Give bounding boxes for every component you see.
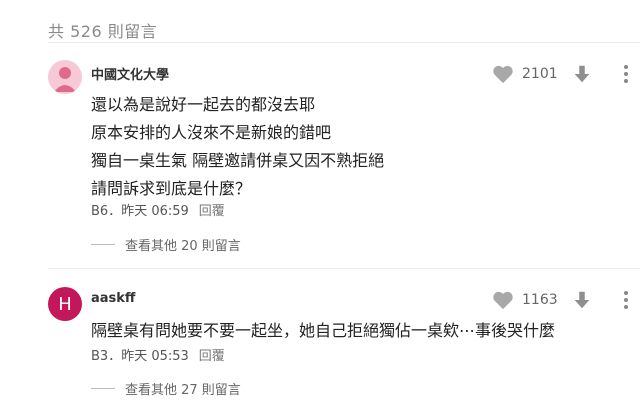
view-more-label[interactable]: 查看其他 20 則留言 [125, 235, 241, 254]
comment-text-line: 請問訴求到底是什麼？ [91, 179, 252, 198]
reply-button[interactable]: 回覆 [199, 349, 225, 364]
comment-text-line: 獨自一桌生氣 隔壁邀請併桌又因不熟拒絕 [91, 151, 385, 170]
comment-text-line: 隔壁桌有問她要不要一起坐，她自己拒絕獨佔一桌欸⋯事後哭什麼 [91, 321, 556, 340]
arrow-down-icon[interactable] [571, 63, 593, 85]
view-more-replies[interactable]: 查看其他 20 則留言 [91, 235, 241, 254]
reply-button[interactable]: 回覆 [199, 204, 225, 219]
divider [48, 268, 640, 269]
like-button[interactable]: 1163 [492, 290, 558, 310]
comment-text-line: 原本安排的人沒來不是新娘的錯吧 [91, 123, 332, 142]
comment-count: 共 526 則留言 [48, 22, 158, 41]
letter-avatar[interactable]: H [48, 287, 82, 321]
school-avatar-icon[interactable] [48, 60, 82, 94]
view-more-label[interactable]: 查看其他 27 則留言 [125, 379, 241, 398]
more-vertical-icon[interactable] [622, 63, 630, 85]
heart-icon[interactable] [492, 64, 514, 84]
comment-text-line: 還以為是說好一起去的都沒去耶 [91, 95, 316, 114]
floor-time: B3．昨天 05:53 [91, 349, 189, 364]
more-vertical-icon[interactable] [622, 289, 630, 311]
floor-time: B6．昨天 06:59 [91, 204, 189, 219]
comment-meta: B3．昨天 05:53 回覆 [91, 345, 225, 364]
view-more-replies[interactable]: 查看其他 27 則留言 [91, 379, 241, 398]
comment-author[interactable]: 中國文化大學 [91, 64, 169, 83]
dash-line [91, 244, 115, 245]
arrow-down-icon[interactable] [571, 289, 593, 311]
dash-line [91, 388, 115, 389]
comment-meta: B6．昨天 06:59 回覆 [91, 200, 225, 219]
comment-author[interactable]: aaskff [91, 291, 135, 306]
like-count: 1163 [522, 292, 558, 308]
divider [48, 42, 640, 43]
like-button[interactable]: 2101 [492, 64, 558, 84]
like-count: 2101 [522, 66, 558, 82]
heart-icon[interactable] [492, 290, 514, 310]
